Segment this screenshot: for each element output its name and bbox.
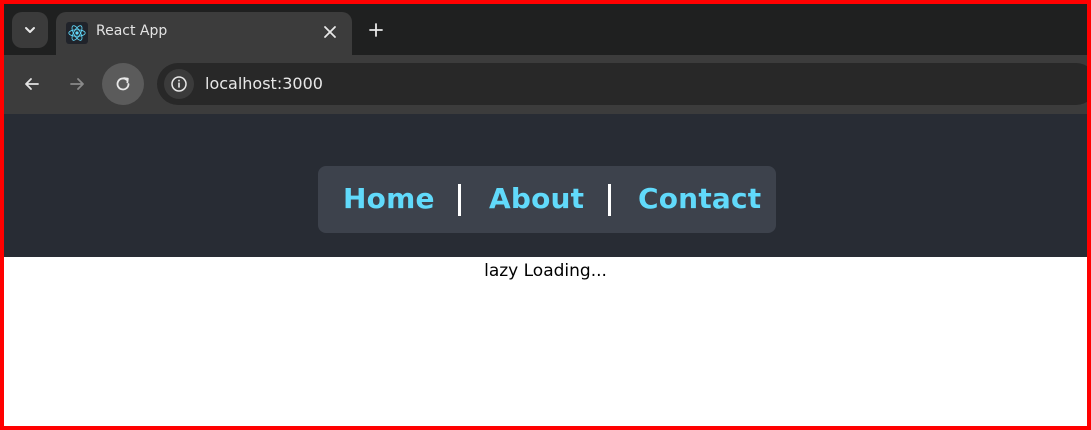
nav-separator xyxy=(608,184,611,216)
nav-link-home[interactable]: Home xyxy=(343,182,435,215)
nav-link-contact[interactable]: Contact xyxy=(638,182,761,215)
address-bar[interactable]: localhost:3000 xyxy=(157,63,1087,105)
main-nav: Home About Contact xyxy=(318,166,776,233)
back-button[interactable] xyxy=(11,63,53,105)
info-icon xyxy=(171,76,187,92)
close-tab-button[interactable] xyxy=(318,20,342,44)
site-info-button[interactable] xyxy=(164,69,194,99)
app-header: Home About Contact xyxy=(4,114,1087,257)
reload-button[interactable] xyxy=(102,63,144,105)
arrow-right-icon xyxy=(70,78,84,90)
tab-strip: React App xyxy=(4,4,1087,55)
reload-icon xyxy=(116,77,130,91)
tab-search-button[interactable] xyxy=(12,12,48,48)
nav-separator xyxy=(458,184,461,216)
browser-window: React App localhost:3000 Home About Cont… xyxy=(4,4,1087,426)
loading-text: lazy Loading... xyxy=(484,261,607,281)
nav-link-about[interactable]: About xyxy=(489,182,584,215)
tab-title: React App xyxy=(96,23,168,39)
chevron-down-icon xyxy=(25,27,35,33)
close-icon xyxy=(324,26,336,38)
arrow-left-icon xyxy=(25,78,39,90)
react-logo-icon xyxy=(66,22,88,44)
plus-icon xyxy=(369,23,383,37)
browser-toolbar: localhost:3000 xyxy=(4,55,1087,114)
new-tab-button[interactable] xyxy=(364,18,388,42)
forward-button[interactable] xyxy=(56,63,98,105)
url-text: localhost:3000 xyxy=(205,74,323,93)
tab-react-app[interactable]: React App xyxy=(56,12,352,55)
